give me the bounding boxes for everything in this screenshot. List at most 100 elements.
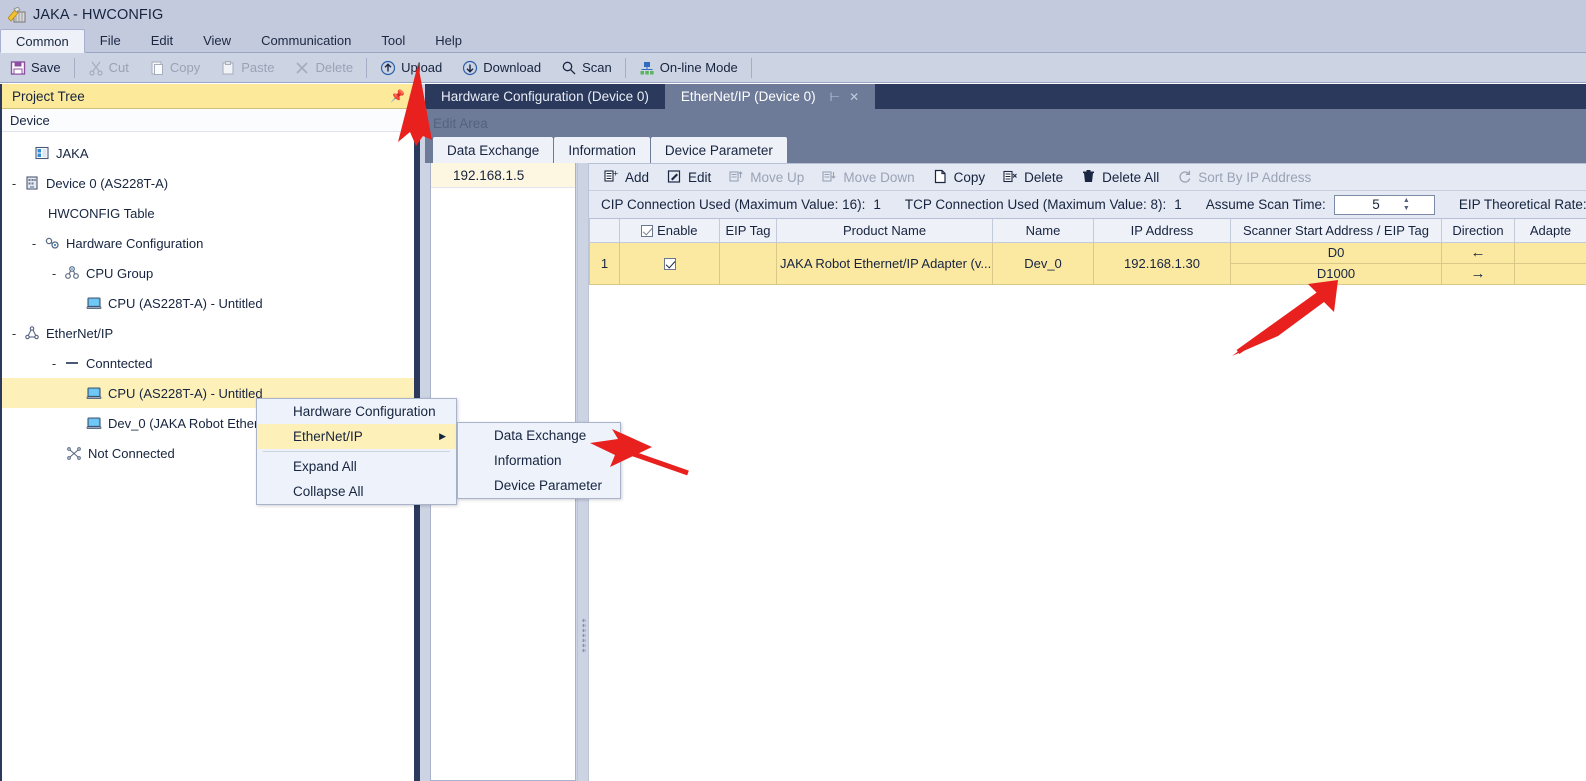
- ctx-information[interactable]: Information: [458, 448, 620, 473]
- tree-node-cpu-untitled-1[interactable]: CPU (AS228T-A) - Untitled: [2, 288, 414, 318]
- download-button[interactable]: Download: [452, 55, 551, 81]
- col-name: Name: [993, 219, 1094, 242]
- tree-node-hwconfig-table[interactable]: HWCONFIG Table: [2, 198, 414, 228]
- ctx-data-exchange[interactable]: Data Exchange: [458, 423, 620, 448]
- tree-node-hardware-configuration[interactable]: - Hardware Configuration: [2, 228, 414, 258]
- cpu-group-icon: [64, 265, 80, 281]
- data-exchange-panel: + Add Edit: [589, 163, 1586, 781]
- tree-node-ethernetip[interactable]: - EtherNet/IP: [2, 318, 414, 348]
- ctx-hardware-configuration[interactable]: Hardware Configuration: [257, 399, 456, 424]
- download-label: Download: [483, 60, 541, 75]
- menu-tool[interactable]: Tool: [366, 29, 420, 52]
- ethernetip-icon: [24, 325, 40, 341]
- cip-label: CIP Connection Used (Maximum Value: 16):: [601, 197, 865, 212]
- pin-icon[interactable]: 📌: [390, 89, 405, 103]
- tree-expander[interactable]: -: [8, 176, 20, 191]
- cell-adapter: [1515, 242, 1586, 263]
- delete-all-label: Delete All: [1102, 170, 1159, 185]
- online-mode-button[interactable]: On-line Mode: [629, 55, 748, 81]
- scan-label: Scan: [582, 60, 612, 75]
- col-enable-label: Enable: [657, 223, 697, 238]
- tree-node-cpu-group[interactable]: - CPU Group: [2, 258, 414, 288]
- cell-rownum: 1: [590, 242, 620, 284]
- ctx-item-label: Data Exchange: [494, 428, 586, 443]
- menu-file[interactable]: File: [85, 29, 136, 52]
- add-button[interactable]: + Add: [595, 169, 658, 185]
- upload-button[interactable]: Upload: [370, 55, 452, 81]
- ctx-collapse-all[interactable]: Collapse All: [257, 479, 456, 504]
- menu-communication[interactable]: Communication: [246, 29, 366, 52]
- menu-help[interactable]: Help: [420, 29, 477, 52]
- tree-node-device0[interactable]: - Device 0 (AS228T-A): [2, 168, 414, 198]
- tree-expander[interactable]: -: [48, 266, 60, 281]
- tab-data-exchange[interactable]: Data Exchange: [433, 137, 553, 163]
- tree-node-jaka[interactable]: JAKA: [2, 138, 414, 168]
- table-row[interactable]: 1 JAKA Robot Ethernet/IP Adapter (v... D…: [590, 242, 1586, 263]
- ctx-expand-all[interactable]: Expand All: [257, 454, 456, 479]
- col-enable[interactable]: Enable: [620, 219, 720, 242]
- ctx-item-label: Expand All: [293, 459, 357, 474]
- tree-node-label: CPU (AS228T-A) - Untitled: [108, 296, 263, 311]
- tree-node-connected[interactable]: - Conntected: [2, 348, 414, 378]
- online-mode-icon: [639, 60, 655, 76]
- assume-scan-time-stepper[interactable]: 5 ▲ ▼: [1334, 195, 1435, 215]
- tree-expander[interactable]: -: [48, 356, 60, 371]
- cell-product-name: JAKA Robot Ethernet/IP Adapter (v...: [777, 242, 993, 284]
- assume-scan-time-value[interactable]: 5: [1335, 197, 1384, 212]
- delete-all-button[interactable]: Delete All: [1072, 169, 1168, 185]
- menu-view[interactable]: View: [188, 29, 246, 52]
- add-label: Add: [625, 170, 649, 185]
- save-label: Save: [31, 60, 61, 75]
- chevron-down-icon[interactable]: ▼: [1403, 206, 1410, 212]
- delete-x-icon: [294, 60, 310, 76]
- tree-node-label: HWCONFIG Table: [48, 206, 155, 221]
- cell-enable[interactable]: [620, 242, 720, 284]
- ip-list-item[interactable]: 192.168.1.5: [431, 163, 575, 188]
- tree-node-label: Conntected: [86, 356, 153, 371]
- move-down-label: Move Down: [843, 170, 914, 185]
- scan-button[interactable]: Scan: [551, 55, 622, 81]
- delete-button[interactable]: Delete: [994, 169, 1072, 185]
- cut-button: Cut: [78, 55, 139, 81]
- close-icon[interactable]: ✕: [849, 90, 859, 104]
- window-title: JAKA - HWCONFIG: [33, 7, 163, 23]
- tab-information[interactable]: Information: [554, 137, 650, 163]
- ctx-device-parameter[interactable]: Device Parameter: [458, 473, 620, 498]
- menu-edit[interactable]: Edit: [136, 29, 188, 52]
- pin-icon[interactable]: ⊢: [830, 90, 840, 104]
- table-header-row: Enable EIP Tag Product Name Name IP Addr…: [590, 219, 1586, 242]
- tree-node-label: Hardware Configuration: [66, 236, 203, 251]
- splitter-grip[interactable]: [582, 618, 586, 652]
- ctx-ethernetip[interactable]: EtherNet/IP ▶: [257, 424, 456, 449]
- paste-icon: [220, 60, 236, 76]
- sort-by-ip-label: Sort By IP Address: [1198, 170, 1311, 185]
- edit-button[interactable]: Edit: [658, 169, 720, 185]
- enable-all-checkbox[interactable]: [641, 225, 653, 237]
- move-down-button: Move Down: [813, 169, 923, 185]
- delete-button: Delete: [284, 55, 363, 81]
- cut-label: Cut: [109, 60, 129, 75]
- copy-button: Copy: [139, 55, 210, 81]
- move-down-icon: [822, 169, 838, 185]
- device-icon: [24, 175, 40, 191]
- chevron-up-icon[interactable]: ▲: [1403, 198, 1410, 204]
- tree-expander[interactable]: -: [28, 236, 40, 251]
- tab-label: Data Exchange: [447, 143, 539, 158]
- trash-icon: [1081, 169, 1097, 185]
- copy-button[interactable]: Copy: [924, 169, 995, 185]
- row-enable-checkbox[interactable]: [664, 258, 676, 270]
- menu-common[interactable]: Common: [0, 29, 85, 53]
- tab-device-parameter[interactable]: Device Parameter: [651, 137, 787, 163]
- project-icon: [34, 145, 50, 161]
- cell-direction: →: [1442, 263, 1515, 284]
- tab-ethernetip[interactable]: EtherNet/IP (Device 0) ⊢ ✕: [665, 84, 875, 109]
- col-ip-address: IP Address: [1094, 219, 1231, 242]
- tree-column-header: Device: [2, 109, 414, 132]
- action-toolbar: + Add Edit: [589, 164, 1586, 191]
- add-icon: +: [604, 169, 620, 185]
- stepper-arrows[interactable]: ▲ ▼: [1384, 196, 1433, 214]
- tab-hardware-configuration[interactable]: Hardware Configuration (Device 0): [425, 84, 665, 109]
- tree-expander[interactable]: -: [8, 326, 20, 341]
- col-direction: Direction: [1442, 219, 1515, 242]
- save-button[interactable]: Save: [0, 55, 71, 81]
